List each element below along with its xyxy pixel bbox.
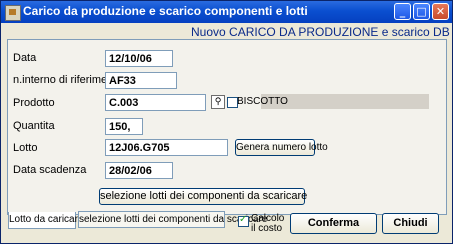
form-subtitle: Nuovo CARICO DA PRODUZIONE e scarico DB xyxy=(191,25,450,39)
close-button[interactable]: Chiudi xyxy=(382,213,439,234)
title-bar[interactable]: Carico da produzione e scarico component… xyxy=(1,1,452,23)
app-icon xyxy=(5,5,21,21)
prodotto-label: Prodotto xyxy=(13,97,55,109)
confirm-button[interactable]: Conferma xyxy=(290,213,377,234)
tab-lotto-da-caricare[interactable]: Lotto da caricare xyxy=(8,212,84,229)
data-label: Data xyxy=(13,52,37,64)
select-component-lots-button[interactable]: selezione lotti dei componenti da scaric… xyxy=(99,188,307,205)
calcolo-label-2: il costo xyxy=(251,223,283,234)
lotto-field[interactable]: 12J06.G705 xyxy=(105,139,228,156)
minimize-button[interactable]: _ xyxy=(394,3,411,20)
window-title: Carico da produzione e scarico component… xyxy=(23,4,308,18)
binoculars-icon[interactable]: ⚲ xyxy=(211,95,225,109)
main-window: Carico da produzione e scarico component… xyxy=(0,0,453,244)
tab-selezione-lotti[interactable]: selezione lotti dei componenti da scaric… xyxy=(78,211,267,228)
generate-lot-button[interactable]: Genera numero lotto xyxy=(235,139,328,156)
scadenza-label: Data scadenza xyxy=(13,164,87,176)
quantita-label: Quantita xyxy=(13,120,55,132)
product-description: BISCOTTO xyxy=(237,96,288,107)
calcolo-costo-checkbox[interactable] xyxy=(238,214,249,227)
scadenza-field[interactable]: 28/02/06 xyxy=(105,162,173,179)
data-field[interactable]: 12/10/06 xyxy=(105,50,173,67)
maximize-button[interactable]: □ xyxy=(413,3,430,20)
prodotto-field[interactable]: C.003 xyxy=(105,94,206,111)
form-panel: Data 12/10/06 n.interno di riferimento A… xyxy=(7,39,447,215)
quantita-field[interactable]: 150, xyxy=(105,118,143,135)
lotto-label: Lotto xyxy=(13,142,38,154)
riferimento-field[interactable]: AF33 xyxy=(105,72,177,89)
close-window-button[interactable]: ✕ xyxy=(432,3,449,20)
